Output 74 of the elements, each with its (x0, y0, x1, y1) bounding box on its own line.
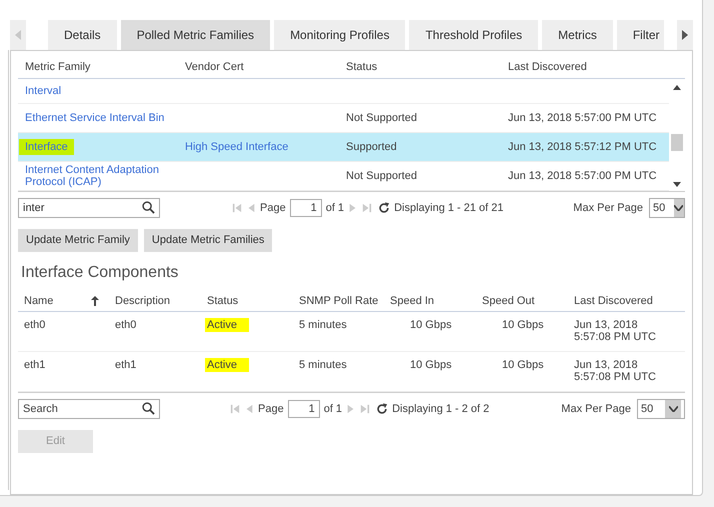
column-header[interactable]: SNMP Poll Rate (299, 294, 378, 307)
metric-family-link[interactable]: Interface (19, 138, 74, 155)
update-button[interactable]: Update Metric Family (18, 228, 138, 252)
column-header[interactable]: Speed In (390, 294, 434, 307)
table-cell: 10 Gbps (502, 358, 544, 371)
page-field[interactable]: 1 (290, 198, 322, 217)
caret-icon[interactable] (668, 406, 678, 412)
date-text: Jun 13, 2018 5:57:00 PM UTC (508, 170, 657, 182)
max-per-page-dropdown[interactable]: 50 (649, 198, 685, 218)
sort-arrow-icon[interactable] (91, 296, 99, 306)
column-header[interactable]: Last Discovered (574, 294, 653, 307)
column-header[interactable]: Status (207, 294, 238, 307)
metric-family-link[interactable]: Interval (25, 84, 62, 97)
date-text: Jun 13, 2018 5:57:12 PM UTC (508, 140, 657, 153)
search-icon[interactable] (142, 200, 155, 214)
vendor-cert-link[interactable]: High Speed Interface (185, 140, 288, 153)
metric-family-link[interactable]: Internet Content Adaptation Protocol (ICAP) (25, 164, 174, 188)
max-per-page-dropdown[interactable]: 50 (637, 398, 685, 419)
date-text: Jun 13, 2018 5:57:00 PM UTC (508, 112, 657, 124)
tab[interactable]: Metrics (542, 20, 613, 50)
table-cell: eth0 (24, 318, 46, 331)
max-per-page-label: Max Per Page (561, 402, 631, 415)
table-cell: eth1 (115, 358, 136, 371)
status-text: Active (205, 358, 249, 372)
column-header[interactable]: Status (346, 61, 378, 74)
page-field[interactable]: 1 (288, 400, 320, 418)
column-header[interactable]: Metric Family (25, 61, 90, 74)
scroll-up-icon[interactable] (673, 84, 681, 90)
page-label: Page (260, 202, 286, 214)
caret-icon[interactable] (674, 204, 684, 211)
table-cell: 5 minutes (299, 318, 347, 331)
status-text: Active (205, 318, 249, 332)
update-button[interactable]: Update Metric Families (144, 228, 272, 252)
tab[interactable]: Details (48, 20, 117, 50)
search-field[interactable]: Search (18, 398, 160, 419)
column-header[interactable]: Last Discovered (508, 61, 587, 74)
table-cell: 10 Gbps (410, 318, 452, 331)
tab[interactable]: Filter (616, 20, 664, 50)
scroll-right-button[interactable] (677, 20, 693, 50)
page-count: of 1 (324, 402, 342, 415)
scroll-thumb[interactable] (671, 134, 683, 151)
tab[interactable]: Polled Metric Families (120, 20, 270, 50)
tab[interactable]: Threshold Profiles (409, 20, 538, 50)
table-cell: 5 minutes (299, 358, 347, 371)
table-cell: Jun 13, 2018 5:57:08 PM UTC (574, 318, 656, 343)
refresh-icon[interactable] (376, 402, 388, 415)
section-title: Interface Components (21, 264, 180, 283)
display-count: Displaying 1 - 2 of 2 (392, 402, 490, 415)
scroll-down-icon[interactable] (673, 182, 681, 187)
page-count: of 1 (326, 202, 344, 214)
table-cell: 10 Gbps (502, 318, 544, 331)
table-cell: eth0 (115, 318, 136, 331)
table-cell: 10 Gbps (410, 358, 452, 371)
table-row[interactable]: Interval (18, 78, 669, 104)
display-count: Displaying 1 - 21 of 21 (394, 202, 504, 214)
page-label: Page (258, 402, 284, 415)
selected-row[interactable]: Interface High Speed Interface Supported Jun 13, 2018 5:57:12 PM UTC (18, 132, 669, 162)
status-text: Supported (346, 140, 397, 153)
table-row[interactable]: Internet Content Adaptation Protocol (ICAP) Not Supported Jun 13, 2018 5:57:00 PM UTC (18, 162, 669, 191)
status-text: Not Supported (346, 112, 417, 124)
max-per-page-label: Max Per Page (573, 202, 643, 214)
tab[interactable]: Monitoring Profiles (274, 20, 406, 50)
right-arrow-icon[interactable] (682, 30, 688, 40)
search-field[interactable]: inter (18, 198, 160, 218)
table-cell: eth1 (24, 358, 46, 371)
search-icon[interactable] (142, 402, 155, 415)
column-header[interactable]: Description (115, 294, 170, 307)
column-header[interactable]: Speed Out (482, 294, 535, 307)
refresh-icon[interactable] (378, 202, 390, 214)
column-header[interactable]: Name (24, 294, 54, 307)
column-header[interactable]: Vendor Cert (185, 61, 244, 74)
status-text: Not Supported (346, 170, 417, 182)
table-cell: Jun 13, 2018 5:57:08 PM UTC (574, 358, 656, 383)
metric-family-link[interactable]: Ethernet Service Interval Bin (25, 112, 164, 124)
